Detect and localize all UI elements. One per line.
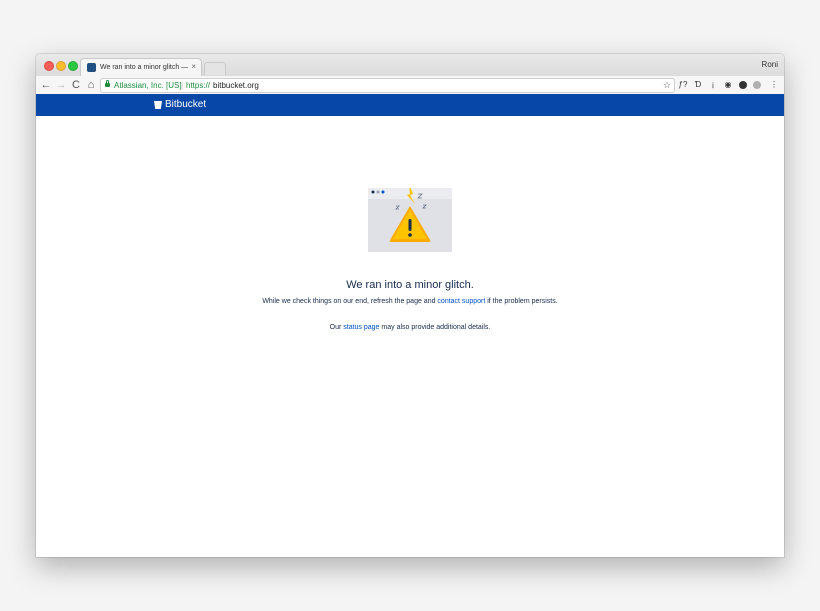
tab-title: We ran into a minor glitch — B — [100, 64, 188, 71]
back-arrow-icon[interactable]: ← — [40, 78, 52, 92]
url-scheme: https:// — [186, 81, 211, 90]
forward-arrow-icon[interactable]: → — [55, 78, 67, 92]
close-window-button[interactable] — [44, 61, 54, 71]
contact-support-link[interactable]: contact support — [437, 298, 485, 305]
error-message-text: While we check things on our end, refres… — [262, 298, 438, 305]
status-message-text: may also provide additional details. — [379, 324, 491, 331]
browser-window: We ran into a minor glitch — B × Roni ← … — [36, 54, 784, 557]
bookmark-star-icon[interactable]: ☆ — [663, 79, 671, 92]
url-host: bitbucket.org — [213, 81, 259, 90]
warning-exclamation-dot — [408, 233, 412, 237]
new-tab-button[interactable] — [204, 62, 226, 75]
address-bar[interactable]: Atlassian, Inc. [US] | https:// bitbucke… — [100, 78, 675, 93]
extension-circle-icon[interactable] — [739, 81, 747, 89]
extension-d-icon[interactable]: Ɗ — [693, 79, 703, 91]
home-icon[interactable]: ⌂ — [85, 78, 97, 92]
status-message-text: Our — [329, 324, 344, 331]
title-bar: We ran into a minor glitch — B × Roni — [36, 54, 784, 77]
bitbucket-logo-icon[interactable] — [154, 101, 162, 109]
reload-icon[interactable]: C — [70, 78, 82, 92]
error-heading: We ran into a minor glitch. — [346, 279, 474, 291]
app-header: Bitbucket — [36, 94, 784, 116]
extension-info-icon[interactable]: ¡ — [708, 79, 718, 91]
browser-tab[interactable]: We ran into a minor glitch — B × — [80, 58, 202, 77]
app-name[interactable]: Bitbucket — [165, 98, 206, 112]
certificate-org[interactable]: Atlassian, Inc. [US] — [114, 79, 182, 92]
glitch-warning-illustration — [368, 188, 452, 252]
browser-toolbar: ← → C ⌂ Atlassian, Inc. [US] | https:// … — [36, 76, 784, 95]
lock-icon — [105, 80, 110, 87]
error-message: While we check things on our end, refres… — [36, 297, 784, 307]
extension-eye-icon[interactable]: ◉ — [723, 79, 733, 91]
error-message-text: if the problem persists. — [485, 298, 558, 305]
tab-close-icon[interactable]: × — [191, 61, 196, 73]
status-page-link[interactable]: status page — [343, 324, 379, 331]
profile-name[interactable]: Roni — [762, 59, 778, 71]
illustration-dot — [371, 190, 375, 194]
minimize-window-button[interactable] — [56, 61, 66, 71]
menu-kebab-icon[interactable]: ⋮ — [769, 79, 779, 91]
warning-exclamation — [408, 219, 412, 231]
illustration-dot — [381, 190, 385, 194]
bitbucket-favicon-icon — [87, 63, 96, 72]
extension-gray-icon[interactable] — [753, 81, 761, 89]
status-message: Our status page may also provide additio… — [36, 323, 784, 333]
maximize-window-button[interactable] — [68, 61, 78, 71]
extension-formula-icon[interactable]: ƒ? — [678, 79, 688, 91]
url-separator: | — [181, 81, 184, 90]
illustration-dot — [376, 190, 380, 194]
